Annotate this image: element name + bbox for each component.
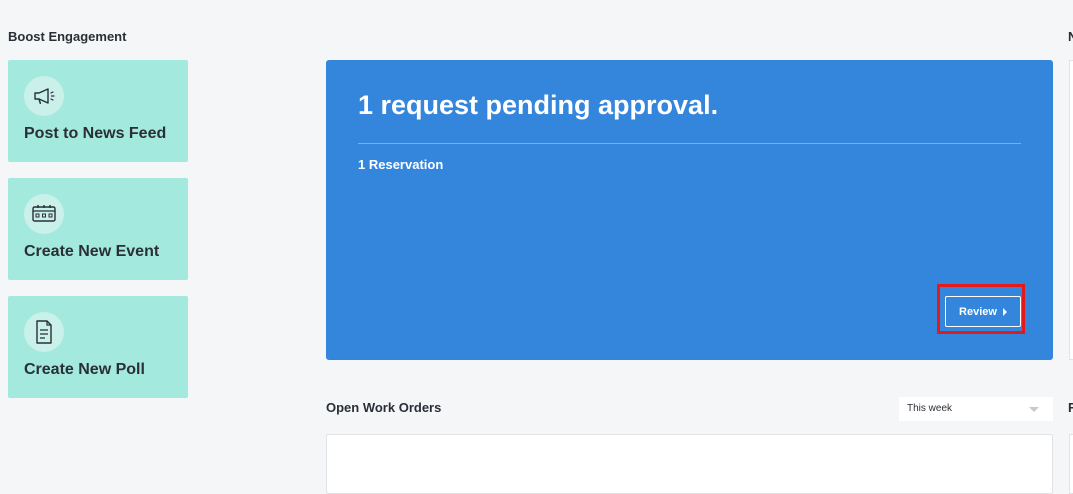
pending-approval-title: 1 request pending approval.	[358, 90, 719, 120]
post-to-news-feed-label: Post to News Feed	[24, 125, 167, 142]
post-to-news-feed-card[interactable]: Post to News Feed	[8, 60, 188, 162]
review-button[interactable]: Review	[945, 296, 1021, 327]
calendar-icon	[24, 194, 64, 234]
review-button-label: Review	[959, 305, 997, 318]
create-new-poll-label: Create New Poll	[24, 361, 145, 378]
document-icon	[24, 312, 64, 352]
right-column-panel-top	[1069, 60, 1073, 360]
create-new-event-card[interactable]: Create New Event	[8, 178, 188, 280]
pending-approval-card: 1 request pending approval. 1 Reservatio…	[326, 60, 1053, 360]
divider	[358, 143, 1021, 144]
right-column-title-top: N	[1068, 29, 1073, 44]
right-column-panel-bottom	[1069, 434, 1073, 494]
megaphone-icon	[24, 76, 64, 116]
open-work-orders-title: Open Work Orders	[326, 400, 442, 415]
create-new-event-label: Create New Event	[24, 243, 160, 260]
work-orders-panel	[326, 434, 1053, 494]
create-new-poll-card[interactable]: Create New Poll	[8, 296, 188, 398]
caret-right-icon	[1002, 307, 1007, 316]
chevron-down-icon	[1029, 407, 1039, 412]
reservation-count: 1 Reservation	[358, 157, 444, 172]
right-column-title-bottom: R	[1068, 400, 1073, 415]
period-select-value: This week	[907, 403, 953, 414]
period-select[interactable]: This week	[899, 397, 1053, 421]
boost-engagement-title: Boost Engagement	[8, 29, 127, 44]
